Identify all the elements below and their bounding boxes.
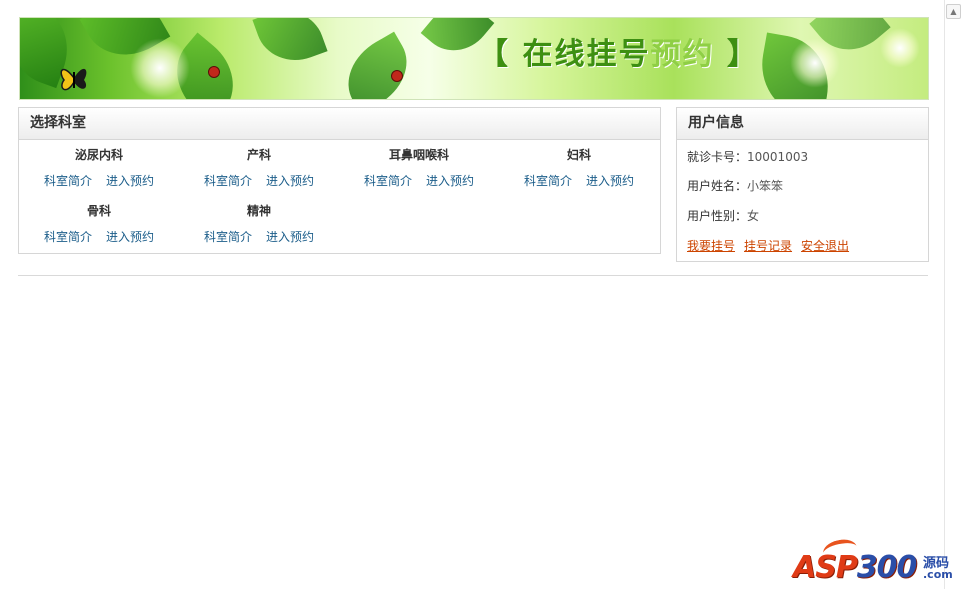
department-panel: 选择科室 泌尿内科 科室简介 进入预约 产科 科室简介 进入预约 耳鼻咽喉科 科室简… bbox=[18, 107, 661, 254]
watermark-logo: ASP300 源码 .com bbox=[793, 536, 955, 586]
user-gender-value: 女 bbox=[747, 209, 760, 223]
register-link[interactable]: 我要挂号 bbox=[687, 239, 735, 253]
card-number-label: 就诊卡号： bbox=[687, 150, 748, 164]
department-item: 产科 科室简介 进入预约 bbox=[179, 147, 339, 189]
sun-glow bbox=[130, 38, 190, 98]
sun-glow bbox=[790, 38, 840, 88]
sun-glow bbox=[880, 28, 920, 68]
user-info-panel-title: 用户信息 bbox=[677, 108, 928, 140]
watermark-sub2: .com bbox=[923, 568, 953, 581]
user-gender-label: 用户性别： bbox=[687, 209, 748, 223]
butterfly-icon bbox=[60, 68, 87, 91]
ladybug-icon bbox=[391, 70, 403, 82]
department-intro-link[interactable]: 科室简介 bbox=[44, 174, 92, 188]
user-gender-row: 用户性别：女 bbox=[687, 207, 759, 224]
footer-divider bbox=[18, 275, 928, 276]
department-intro-link[interactable]: 科室简介 bbox=[524, 174, 572, 188]
user-name-label: 用户姓名： bbox=[687, 179, 748, 193]
user-name-row: 用户姓名：小笨笨 bbox=[687, 177, 783, 194]
banner-title-main: 【 在线挂号 bbox=[478, 37, 651, 72]
department-item: 耳鼻咽喉科 科室简介 进入预约 bbox=[339, 147, 499, 189]
department-name: 精神 bbox=[246, 204, 271, 218]
department-item: 骨科 科室简介 进入预约 bbox=[19, 203, 179, 245]
department-book-link[interactable]: 进入预约 bbox=[586, 174, 634, 188]
department-book-link[interactable]: 进入预约 bbox=[426, 174, 474, 188]
logout-link[interactable]: 安全退出 bbox=[801, 239, 849, 253]
department-name: 泌尿内科 bbox=[74, 148, 123, 162]
department-intro-link[interactable]: 科室简介 bbox=[364, 174, 412, 188]
watermark-brand-a: ASP bbox=[793, 550, 858, 585]
scroll-up-arrow-icon[interactable]: ▲ bbox=[946, 4, 961, 19]
records-link[interactable]: 挂号记录 bbox=[744, 239, 792, 253]
leaf-decoration bbox=[252, 18, 328, 72]
department-name: 骨科 bbox=[86, 204, 111, 218]
watermark-brand: ASP300 bbox=[793, 550, 918, 585]
leaf-decoration bbox=[333, 31, 422, 99]
department-intro-link[interactable]: 科室简介 bbox=[204, 230, 252, 244]
department-book-link[interactable]: 进入预约 bbox=[266, 230, 314, 244]
banner: 【 在线挂号预约 】 bbox=[19, 17, 929, 100]
department-item: 泌尿内科 科室简介 进入预约 bbox=[19, 147, 179, 189]
banner-title-end: 】 bbox=[714, 37, 759, 72]
department-intro-link[interactable]: 科室简介 bbox=[204, 174, 252, 188]
department-item: 妇科 科室简介 进入预约 bbox=[499, 147, 659, 189]
department-item: 精神 科室简介 进入预约 bbox=[179, 203, 339, 245]
department-book-link[interactable]: 进入预约 bbox=[106, 230, 154, 244]
banner-title-muted: 预约 bbox=[650, 37, 715, 72]
department-name: 耳鼻咽喉科 bbox=[388, 148, 449, 162]
department-name: 产科 bbox=[246, 148, 271, 162]
department-panel-title: 选择科室 bbox=[19, 108, 660, 140]
user-info-panel: 用户信息 就诊卡号：10001003 用户姓名：小笨笨 用户性别：女 我要挂号挂… bbox=[676, 107, 929, 262]
user-name-value: 小笨笨 bbox=[747, 179, 784, 193]
department-book-link[interactable]: 进入预约 bbox=[106, 174, 154, 188]
page: 【 在线挂号预约 】 选择科室 泌尿内科 科室简介 进入预约 产科 科室简介 进入预… bbox=[0, 0, 945, 589]
department-name: 妇科 bbox=[566, 148, 591, 162]
department-intro-link[interactable]: 科室简介 bbox=[44, 230, 92, 244]
card-number-row: 就诊卡号：10001003 bbox=[687, 148, 808, 165]
user-actions: 我要挂号 挂号记录 安全退出 bbox=[687, 237, 858, 254]
card-number-value: 10001003 bbox=[747, 150, 809, 164]
banner-title: 【 在线挂号预约 】 bbox=[478, 32, 759, 78]
ladybug-icon bbox=[208, 66, 220, 78]
vertical-scrollbar[interactable]: ▲ bbox=[944, 0, 964, 589]
department-book-link[interactable]: 进入预约 bbox=[266, 174, 314, 188]
watermark-brand-b: 300 bbox=[856, 550, 918, 585]
